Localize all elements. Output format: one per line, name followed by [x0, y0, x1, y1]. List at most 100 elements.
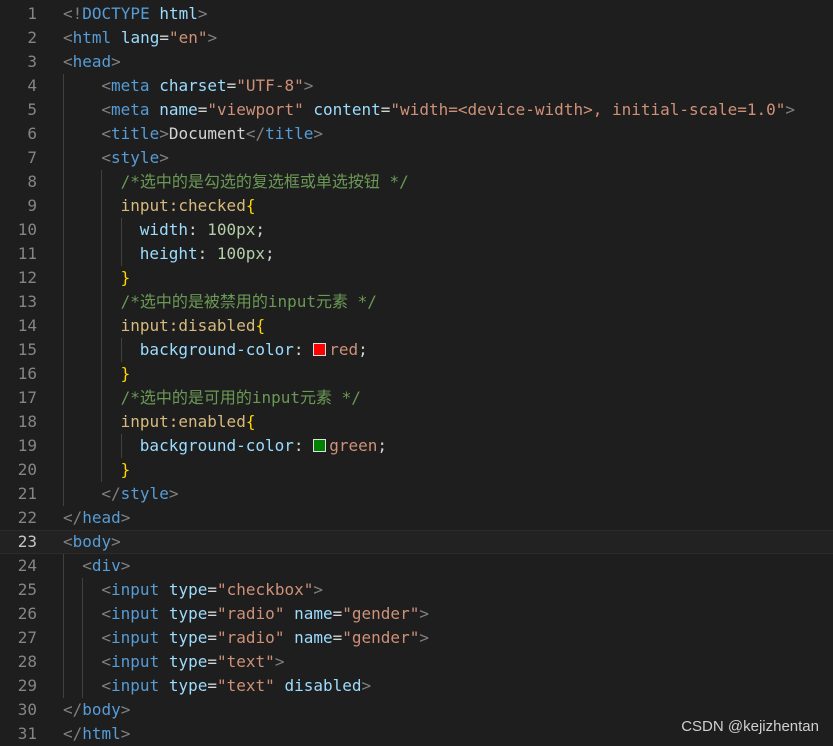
code-token-text: :	[293, 436, 314, 455]
code-token-brace: }	[120, 364, 131, 383]
code-line[interactable]: 24 <div>	[0, 554, 833, 578]
code-content: /*选中的是被禁用的input元素 */	[121, 290, 377, 314]
code-token-brace: }	[120, 268, 131, 287]
code-line[interactable]: 10 width: 100px;	[0, 218, 833, 242]
line-number: 13	[17, 292, 37, 311]
code-token-str: "checkbox"	[217, 580, 314, 599]
line-number: 1	[27, 4, 37, 23]
code-token-attr: name	[294, 628, 333, 647]
code-line[interactable]: 25 <input type="checkbox">	[0, 578, 833, 602]
code-line[interactable]: 14 input:disabled{	[0, 314, 833, 338]
indent-guide	[63, 602, 64, 626]
code-line[interactable]: 21 </style>	[0, 482, 833, 506]
code-token-brace: }	[120, 460, 131, 479]
editor-text-area[interactable]: 1 <!DOCTYPE html> 2 <html lang="en"> 3 <head>…	[0, 2, 833, 746]
code-token-attr: charset	[159, 76, 227, 95]
indent-guide	[101, 338, 103, 362]
code-token-punct: >	[111, 532, 121, 551]
code-line[interactable]: 3 <head>	[0, 50, 833, 74]
color-swatch-icon[interactable]	[313, 343, 327, 356]
code-line[interactable]: 1 <!DOCTYPE html>	[0, 2, 833, 26]
code-token-text: ;	[377, 436, 387, 455]
code-line[interactable]: 8 /*选中的是勾选的复选框或单选按钮 */	[0, 170, 833, 194]
code-token-text: =	[226, 76, 237, 95]
code-token-tag: html	[72, 28, 112, 47]
code-token-text: :	[197, 244, 217, 263]
code-line[interactable]: 19 background-color: green;	[0, 434, 833, 458]
code-token-comment: /*选中的是被禁用的input元素 */	[120, 292, 377, 311]
line-number: 26	[17, 604, 37, 623]
color-swatch-icon[interactable]	[313, 439, 327, 452]
code-token-tag: input	[111, 628, 160, 647]
indent-guide	[101, 458, 103, 482]
code-content: }	[121, 458, 131, 482]
code-token-punct: <	[101, 580, 112, 599]
code-token-punct: <	[101, 148, 112, 167]
code-line[interactable]: 2 <html lang="en">	[0, 26, 833, 50]
code-editor: { "editor": { "lines": [ {"n":"1","inden…	[0, 0, 833, 745]
code-line[interactable]: 9 input:checked{	[0, 194, 833, 218]
code-token-prop: width	[139, 220, 188, 239]
code-token-tag: meta	[111, 76, 150, 95]
code-content: <input type="radio" name="gender">	[101, 626, 429, 650]
code-line[interactable]: 27 <input type="radio" name="gender">	[0, 626, 833, 650]
line-number: 28	[17, 652, 37, 671]
code-line[interactable]: 28 <input type="text">	[0, 650, 833, 674]
code-token-comment: /*选中的是勾选的复选框或单选按钮 */	[120, 172, 409, 191]
code-token-attr: disabled	[284, 676, 362, 695]
code-token-punct: <	[101, 124, 112, 143]
code-line[interactable]: 18 input:enabled{	[0, 410, 833, 434]
code-line[interactable]: 26 <input type="radio" name="gender">	[0, 602, 833, 626]
code-token-punct: </	[63, 724, 83, 743]
code-content: background-color: red;	[140, 338, 368, 362]
code-token-punct: </	[63, 508, 83, 527]
code-token-tag: body	[82, 700, 121, 719]
line-number: 3	[27, 52, 37, 71]
indent-guide	[63, 170, 64, 194]
code-token-str: "en"	[168, 28, 208, 47]
code-token-tag: head	[72, 52, 112, 71]
code-token-text: ;	[255, 220, 266, 239]
code-line[interactable]: 17 /*选中的是可用的input元素 */	[0, 386, 833, 410]
code-token-prop: background-color	[139, 436, 294, 455]
code-line[interactable]: 29 <input type="text" disabled>	[0, 674, 833, 698]
code-token-text: =	[207, 604, 218, 623]
code-line[interactable]: 23 <body>	[0, 530, 833, 554]
code-token-text: =	[207, 652, 218, 671]
code-line[interactable]: 15 background-color: red;	[0, 338, 833, 362]
code-token-attr: type	[168, 580, 208, 599]
code-content: <title>Document</title>	[101, 122, 323, 146]
code-token-punct: <	[101, 604, 112, 623]
code-line[interactable]: 16}	[0, 362, 833, 386]
code-content: width: 100px;	[140, 218, 265, 242]
code-line[interactable]: 12}	[0, 266, 833, 290]
code-line[interactable]: 11 height: 100px;	[0, 242, 833, 266]
code-token-str: "radio"	[217, 604, 285, 623]
code-content: <input type="checkbox">	[101, 578, 323, 602]
code-token-text: =	[197, 100, 208, 119]
code-content: }	[121, 266, 131, 290]
code-line[interactable]: 7 <style>	[0, 146, 833, 170]
indent-guide	[63, 146, 64, 170]
code-line[interactable]: 5 <meta name="viewport" content="width=<d…	[0, 98, 833, 122]
code-line[interactable]: 4 <meta charset="UTF-8">	[0, 74, 833, 98]
code-token-punct: >	[361, 676, 372, 695]
code-token-val: red	[329, 340, 359, 359]
code-token-punct: >	[197, 4, 208, 23]
code-token-str: "viewport"	[207, 100, 304, 119]
code-token-punct: </	[245, 124, 266, 143]
code-line[interactable]: 20}	[0, 458, 833, 482]
code-line[interactable]: 13 /*选中的是被禁用的input元素 */	[0, 290, 833, 314]
code-line[interactable]: 6 <title>Document</title>	[0, 122, 833, 146]
indent-guide	[120, 338, 122, 362]
code-token-tag: style	[111, 148, 160, 167]
code-token-brace: {	[245, 412, 256, 431]
code-line[interactable]: 22 </head>	[0, 506, 833, 530]
code-token-punct: <	[101, 652, 112, 671]
line-number: 23	[17, 532, 37, 551]
code-token-punct: >	[419, 628, 429, 647]
code-token-str: "radio"	[217, 628, 285, 647]
